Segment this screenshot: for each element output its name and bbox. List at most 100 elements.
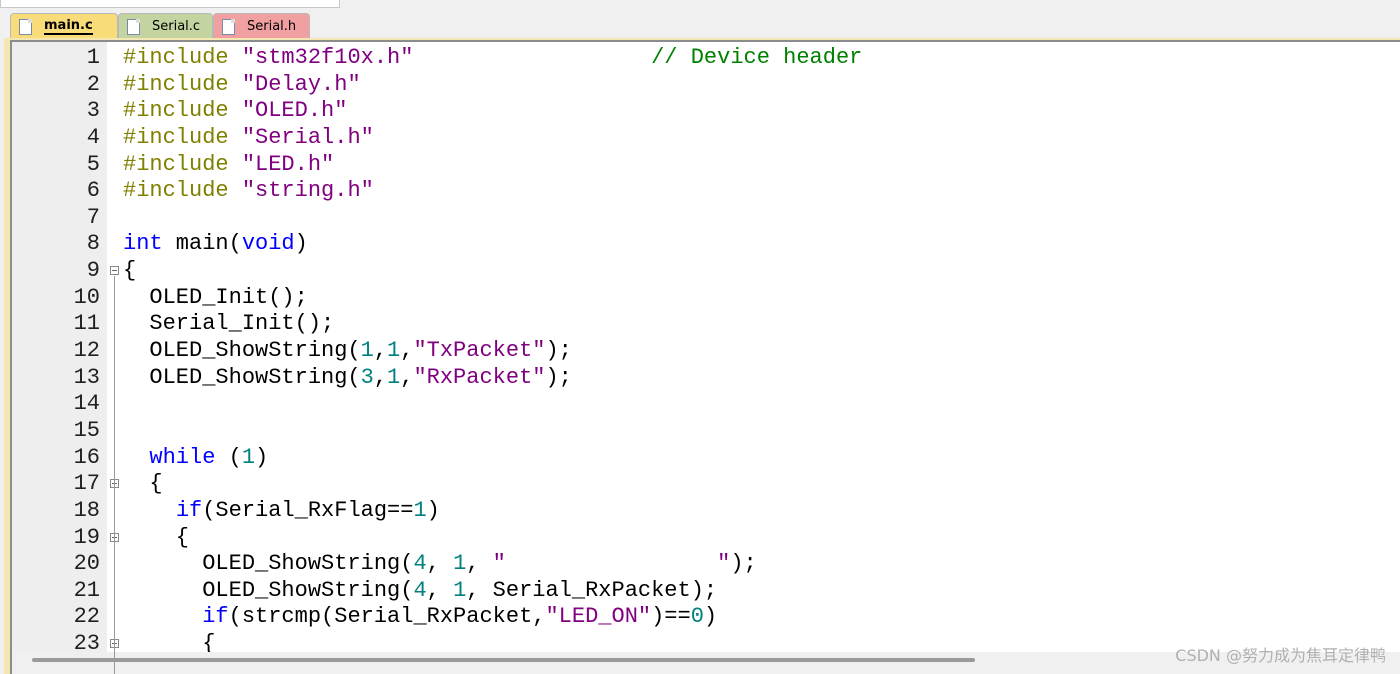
code-token: "Serial.h" [241, 124, 374, 150]
code-line[interactable]: 3 #include "OLED.h" [12, 98, 1400, 125]
line-text: #include "LED.h" [123, 152, 334, 179]
code-token: OLED_ShowString( [123, 338, 361, 364]
line-number: 10 [73, 284, 100, 310]
code-line[interactable]: 16 while (1) [12, 445, 1400, 472]
line-text: #include "OLED.h" [123, 98, 347, 125]
tab-serial-c[interactable]: Serial.c [118, 13, 213, 39]
code-token: 3 [360, 364, 374, 390]
code-token: , Serial_RxPacket); [466, 577, 718, 603]
code-token: 4 [413, 551, 427, 577]
code-token: , [400, 338, 414, 364]
line-text: OLED_ShowString(4, 1, Serial_RxPacket); [123, 578, 717, 605]
code-token: 1 [453, 577, 467, 603]
code-token: main( [162, 231, 242, 257]
code-line[interactable]: 14 [12, 391, 1400, 418]
code-line[interactable]: 19 { [12, 525, 1400, 552]
line-text: #include "Delay.h" [123, 72, 361, 99]
scrollbar-thumb[interactable] [32, 658, 975, 662]
line-number: 9 [86, 258, 100, 284]
line-number: 18 [73, 497, 100, 523]
code-token: "stm32f10x.h" [241, 45, 414, 70]
code-token: #include [123, 151, 242, 177]
code-line[interactable]: 18 if(Serial_RxFlag==1) [12, 498, 1400, 525]
code-line[interactable]: 20 OLED_ShowString(4, 1, " "); [12, 551, 1400, 578]
code-line[interactable]: 7 [12, 205, 1400, 232]
code-line[interactable]: 22 if(strcmp(Serial_RxPacket,"LED_ON")==… [12, 604, 1400, 631]
line-number: 1 [86, 45, 100, 70]
line-text: OLED_ShowString(3,1,"RxPacket"); [123, 365, 572, 392]
code-editor[interactable]: 1 #include "stm32f10x.h" // Device header… [4, 38, 1400, 674]
line-text: OLED_ShowString(1,1,"TxPacket"); [123, 338, 572, 365]
code-token: if [202, 604, 229, 630]
code-line[interactable]: 12 OLED_ShowString(1,1,"TxPacket"); [12, 338, 1400, 365]
code-token: "Delay.h" [241, 71, 361, 97]
watermark: CSDN @努力成为焦耳定律鸭 [1175, 646, 1386, 665]
code-token: "string.h" [241, 178, 374, 204]
line-number: 15 [73, 417, 100, 443]
line-number: 12 [73, 338, 100, 364]
code-line[interactable]: 13 OLED_ShowString(3,1,"RxPacket"); [12, 365, 1400, 392]
code-token: , [466, 551, 493, 577]
code-token: int [123, 231, 163, 257]
line-number: 6 [86, 178, 100, 204]
code-line[interactable]: 5 #include "LED.h" [12, 152, 1400, 179]
line-text: if(Serial_RxFlag==1) [123, 498, 440, 525]
code-line[interactable]: 11 Serial_Init(); [12, 311, 1400, 338]
code-line[interactable]: 6 #include "string.h" [12, 178, 1400, 205]
code-token: ) [703, 604, 718, 630]
code-token: (Serial_RxFlag== [202, 497, 414, 523]
code-token: 1 [453, 551, 467, 577]
code-line[interactable]: 17 { [12, 471, 1400, 498]
code-token: { [123, 471, 163, 497]
line-text: if(strcmp(Serial_RxPacket,"LED_ON")==0) [123, 604, 717, 631]
line-number: 7 [86, 204, 100, 230]
code-area[interactable]: 1 #include "stm32f10x.h" // Device header… [12, 45, 1400, 658]
line-number: 20 [73, 551, 100, 577]
fold-collapse-icon[interactable] [110, 266, 119, 276]
line-text: { [123, 258, 136, 285]
code-line[interactable]: 15 [12, 418, 1400, 445]
code-token: 1 [387, 338, 401, 364]
code-token: OLED_ShowString( [123, 364, 361, 390]
line-number: 16 [73, 444, 100, 470]
code-token: "RxPacket" [413, 364, 546, 390]
fold-guide-line [114, 276, 115, 674]
code-token: while [149, 444, 216, 470]
line-text: { [123, 471, 163, 498]
code-line[interactable]: 9{ [12, 258, 1400, 285]
code-token: #include [123, 124, 242, 150]
tab-serial-h[interactable]: Serial.h [213, 13, 310, 39]
code-token: , [426, 577, 454, 603]
line-number: 14 [73, 391, 100, 417]
code-line[interactable]: 8 int main(void) [12, 231, 1400, 258]
code-line[interactable]: 21 OLED_ShowString(4, 1, Serial_RxPacket… [12, 578, 1400, 605]
code-token: "LED_ON" [545, 604, 652, 630]
code-token: )== [651, 604, 691, 630]
code-token: "LED.h" [241, 151, 335, 177]
toolbar-strip [0, 0, 1400, 9]
code-token: // Device header [651, 45, 863, 70]
line-text: int main(void) [123, 231, 308, 258]
code-token: , [426, 551, 454, 577]
line-text: Serial_Init(); [123, 311, 334, 338]
code-token: { [123, 258, 137, 284]
code-line[interactable]: 1 #include "stm32f10x.h" // Device header [12, 45, 1400, 72]
file-icon [19, 18, 32, 35]
code-token: "OLED.h" [241, 98, 348, 124]
code-line[interactable]: 4 #include "Serial.h" [12, 125, 1400, 152]
code-token: , [400, 364, 414, 390]
line-number: 21 [73, 577, 100, 603]
code-line[interactable]: 2 #include "Delay.h" [12, 72, 1400, 99]
tab-main-c[interactable]: main.c [10, 13, 118, 39]
code-token: void [241, 231, 295, 257]
code-token: OLED_ShowString( [123, 577, 414, 603]
code-token: #include [123, 45, 242, 70]
line-number: 11 [73, 311, 100, 337]
line-text: #include "string.h" [123, 178, 374, 205]
code-line[interactable]: 10 OLED_Init(); [12, 285, 1400, 312]
line-number: 4 [86, 124, 100, 150]
code-token: "TxPacket" [413, 338, 546, 364]
